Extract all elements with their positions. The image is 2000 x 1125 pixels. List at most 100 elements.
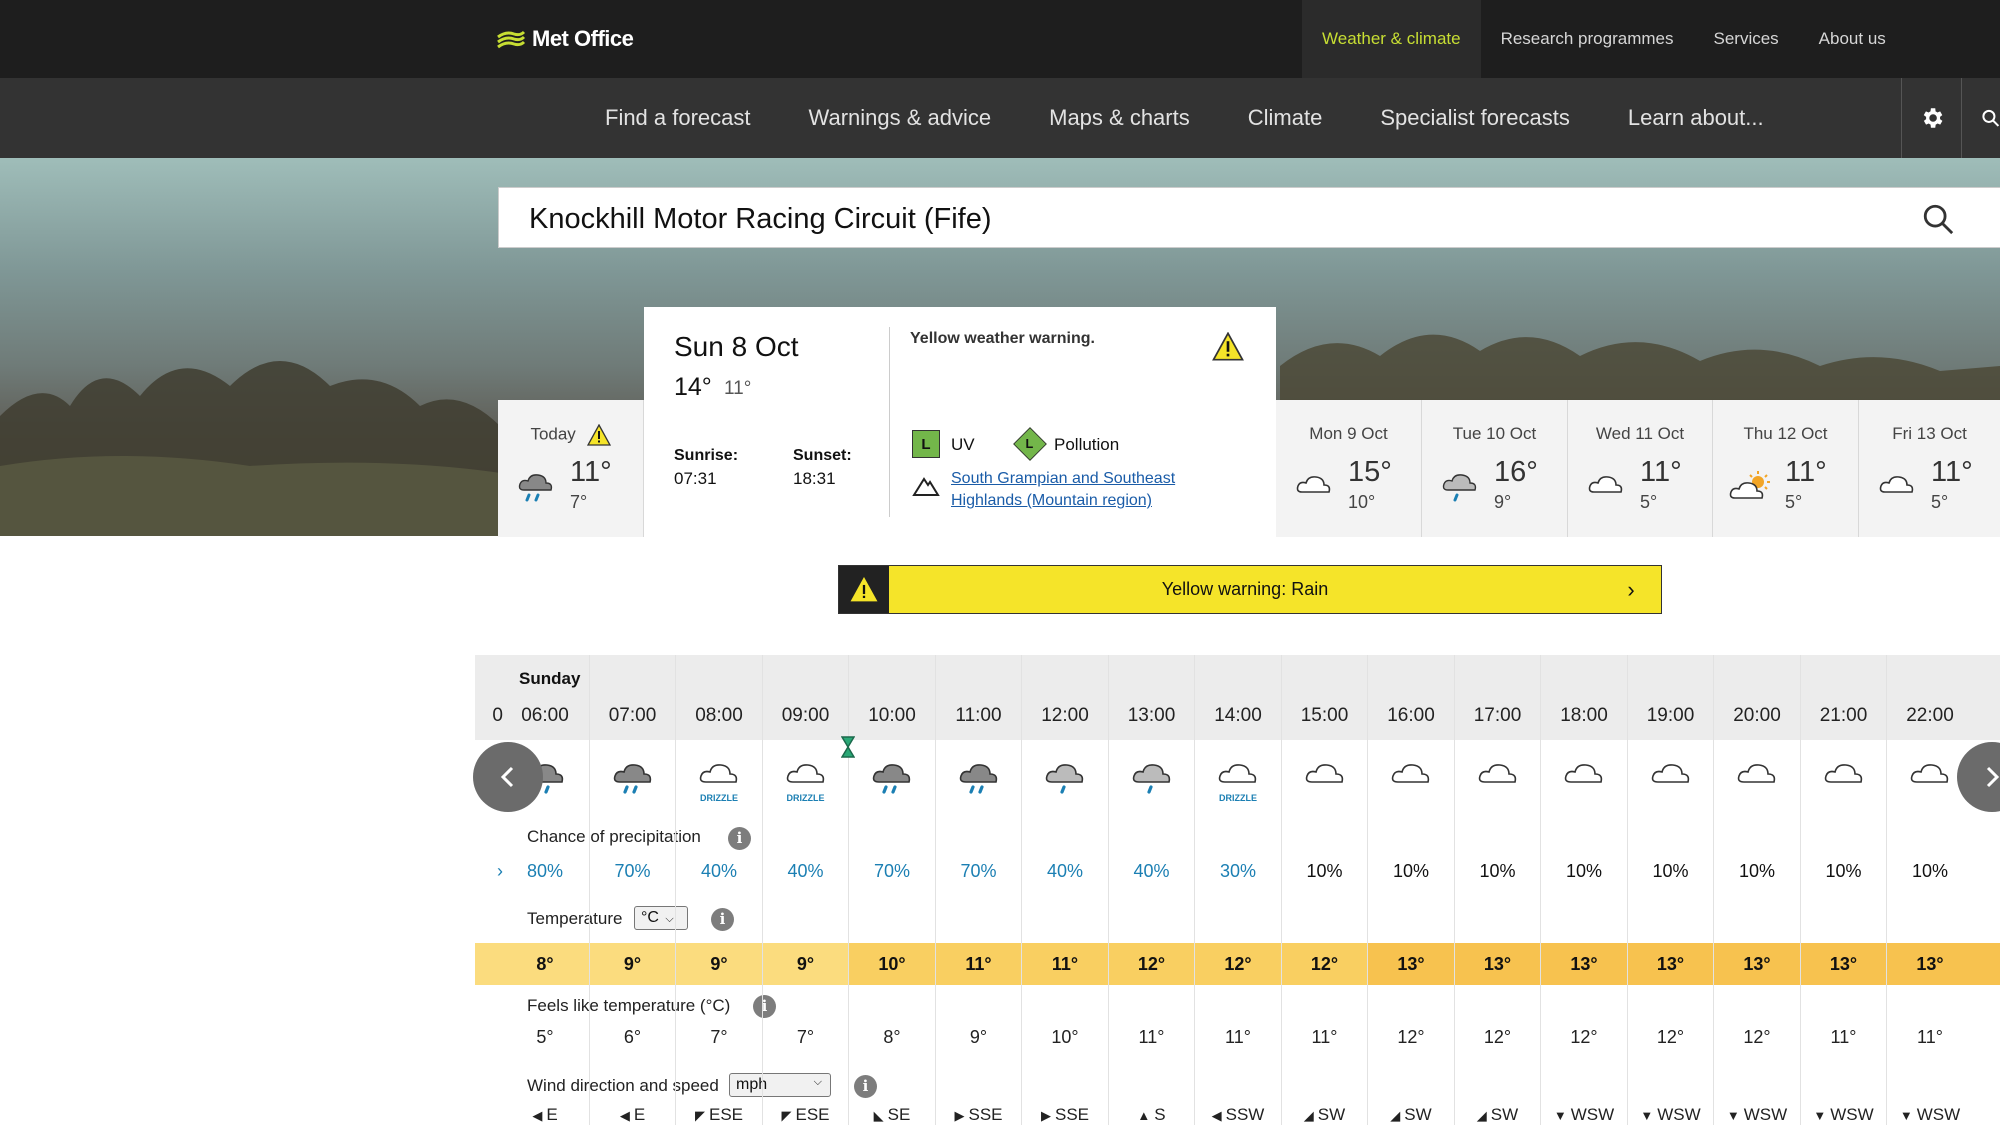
hour-time: 12:00 xyxy=(1041,705,1089,726)
nav-learn-about[interactable]: Learn about... xyxy=(1599,78,1793,158)
hour-temperature: 11° xyxy=(1051,954,1079,974)
hour-weather-icon[interactable] xyxy=(1389,760,1433,805)
hour-column: 06:00 80% 8° 5° ◀ E xyxy=(502,655,588,1125)
cloud-icon xyxy=(1651,764,1689,783)
precip-partial: › xyxy=(497,861,503,881)
scroll-left-button[interactable] xyxy=(473,742,543,812)
hour-weather-icon[interactable] xyxy=(1735,760,1779,805)
selected-day-low: 11° xyxy=(724,378,752,399)
precip-probability: 40% xyxy=(700,861,738,881)
day-card-low: 5° xyxy=(1785,492,1803,512)
sunrise-time: 07:31 xyxy=(674,469,717,488)
hour-wind: ▲ S xyxy=(1109,1105,1195,1125)
nav-warnings-advice[interactable]: Warnings & advice xyxy=(780,78,1021,158)
chevron-right-icon: › xyxy=(1627,577,1635,602)
day-card-mon[interactable]: Mon 9 Oct 15° 10° xyxy=(1276,400,1422,537)
hour-temperature: 13° xyxy=(1570,954,1598,974)
hour-temperature: 9° xyxy=(623,954,642,974)
chevron-right-icon xyxy=(1986,766,2000,788)
cloud-icon xyxy=(1305,764,1343,783)
day-card-low: 10° xyxy=(1348,492,1376,512)
heavy-rain-icon xyxy=(872,764,911,794)
precip-probability: 10% xyxy=(1565,861,1603,881)
cloud-icon xyxy=(1910,764,1949,783)
hour-weather-icon[interactable] xyxy=(1649,760,1693,805)
sunset-label: Sunset: xyxy=(793,447,852,464)
precip-probability: 70% xyxy=(873,861,911,881)
day-card-tue[interactable]: Tue 10 Oct 16° 9° xyxy=(1422,400,1568,537)
mountain-forecast-link[interactable]: South Grampian and Southeast Highlands (… xyxy=(951,468,1211,512)
hour-feels-like: 11° xyxy=(1311,1027,1338,1047)
precip-probability: 40% xyxy=(787,861,824,881)
wind-direction: WSW xyxy=(1916,1105,1961,1124)
precip-probability: 10% xyxy=(1911,861,1949,881)
heavy-rain-icon xyxy=(518,474,553,502)
logo-text: Met Office xyxy=(532,26,634,51)
precip-probability: 10% xyxy=(1306,861,1343,881)
hour-feels-like: 5° xyxy=(536,1027,554,1047)
wind-arrow-icon: ◀ xyxy=(1211,1108,1222,1123)
hour-wind: ◢ SW xyxy=(1368,1105,1454,1125)
hour-weather-icon[interactable] xyxy=(1130,760,1174,805)
hour-weather-icon[interactable] xyxy=(957,760,1001,805)
hour-weather-icon[interactable]: DRIZZLE xyxy=(784,760,828,803)
wind-arrow-icon: ▼ xyxy=(1726,1108,1740,1123)
day-card-label: Mon 9 Oct xyxy=(1309,424,1388,443)
hour-time-partial: 0 xyxy=(492,705,503,726)
day-card-label: Tue 10 Oct xyxy=(1452,424,1537,443)
hour-temperature: 12° xyxy=(1310,954,1339,974)
hour-weather-icon[interactable] xyxy=(870,760,914,805)
hour-column: 21:00 10% 13° 11° ▼ WSW xyxy=(1799,655,1886,1125)
precip-probability: 10% xyxy=(1738,861,1776,881)
hour-column: 08:00 DRIZZLE 40% 9° 7° ◤ ESE xyxy=(675,655,761,1125)
hour-temperature: 9° xyxy=(796,954,815,974)
hour-weather-icon[interactable] xyxy=(1822,760,1866,805)
yellow-warning-banner[interactable]: Yellow warning: Rain › xyxy=(838,565,1662,614)
main-nav: Find a forecast Warnings & advice Maps &… xyxy=(0,78,2000,158)
top-nav-about-us[interactable]: About us xyxy=(1799,0,1906,78)
precip-probability: 70% xyxy=(614,861,651,881)
nav-maps-charts[interactable]: Maps & charts xyxy=(1020,78,1219,158)
sunset-time: 18:31 xyxy=(793,469,836,488)
wind-arrow-icon: ▶ xyxy=(1040,1108,1051,1123)
top-nav-research-programmes[interactable]: Research programmes xyxy=(1481,0,1694,78)
day-card-thu[interactable]: Thu 12 Oct 11° 5° xyxy=(1713,400,1859,537)
top-nav-services[interactable]: Services xyxy=(1693,0,1798,78)
warning-triangle-icon[interactable] xyxy=(1212,332,1244,361)
hour-weather-icon[interactable] xyxy=(1562,760,1606,805)
hour-weather-icon[interactable] xyxy=(1476,760,1520,805)
hour-weather-icon[interactable]: DRIZZLE xyxy=(697,760,741,803)
precip-probability: 10% xyxy=(1392,861,1430,881)
hour-weather-icon[interactable] xyxy=(1908,760,1952,805)
day-card-today[interactable]: Today 11° 7° xyxy=(498,400,644,537)
hour-weather-icon[interactable] xyxy=(1303,760,1347,805)
day-card-low: 7° xyxy=(570,492,588,512)
hour-temperature: 9° xyxy=(710,954,728,974)
nav-find-a-forecast[interactable]: Find a forecast xyxy=(576,78,780,158)
hour-wind: ◀ SSW xyxy=(1195,1105,1281,1125)
day-card-low: 9° xyxy=(1494,492,1512,512)
location-search-input[interactable]: Knockhill Motor Racing Circuit (Fife) xyxy=(498,187,2000,248)
top-nav-weather-climate[interactable]: Weather & climate xyxy=(1302,0,1481,78)
warning-triangle-icon xyxy=(850,577,878,602)
day-card-high: 11° xyxy=(1640,456,1682,488)
hour-feels-like: 9° xyxy=(969,1027,988,1047)
met-office-logo[interactable]: Met Office xyxy=(496,26,634,52)
weather-warning-text: Yellow weather warning. xyxy=(910,330,1095,347)
nav-search-button[interactable] xyxy=(1961,78,2000,158)
day-card-fri[interactable]: Fri 13 Oct 11° 5° xyxy=(1859,400,2000,537)
nav-specialist-forecasts[interactable]: Specialist forecasts xyxy=(1351,78,1599,158)
search-submit-button[interactable] xyxy=(1921,202,1955,241)
hour-weather-icon[interactable] xyxy=(611,760,655,805)
wind-direction: WSW xyxy=(1657,1105,1701,1124)
top-nav: Weather & climate Research programmes Se… xyxy=(1302,0,1906,78)
selected-day-date: Sun 8 Oct xyxy=(674,331,799,362)
day-card-wed[interactable]: Wed 11 Oct 11° 5° xyxy=(1568,400,1713,537)
day-card-high: 11° xyxy=(1931,456,1973,488)
hour-time: 13:00 xyxy=(1127,705,1176,726)
nav-climate[interactable]: Climate xyxy=(1219,78,1352,158)
wind-arrow-icon: ◣ xyxy=(873,1108,884,1123)
hour-weather-icon[interactable] xyxy=(1043,760,1087,805)
settings-button[interactable] xyxy=(1901,78,1961,158)
hour-weather-icon[interactable]: DRIZZLE xyxy=(1216,760,1260,803)
